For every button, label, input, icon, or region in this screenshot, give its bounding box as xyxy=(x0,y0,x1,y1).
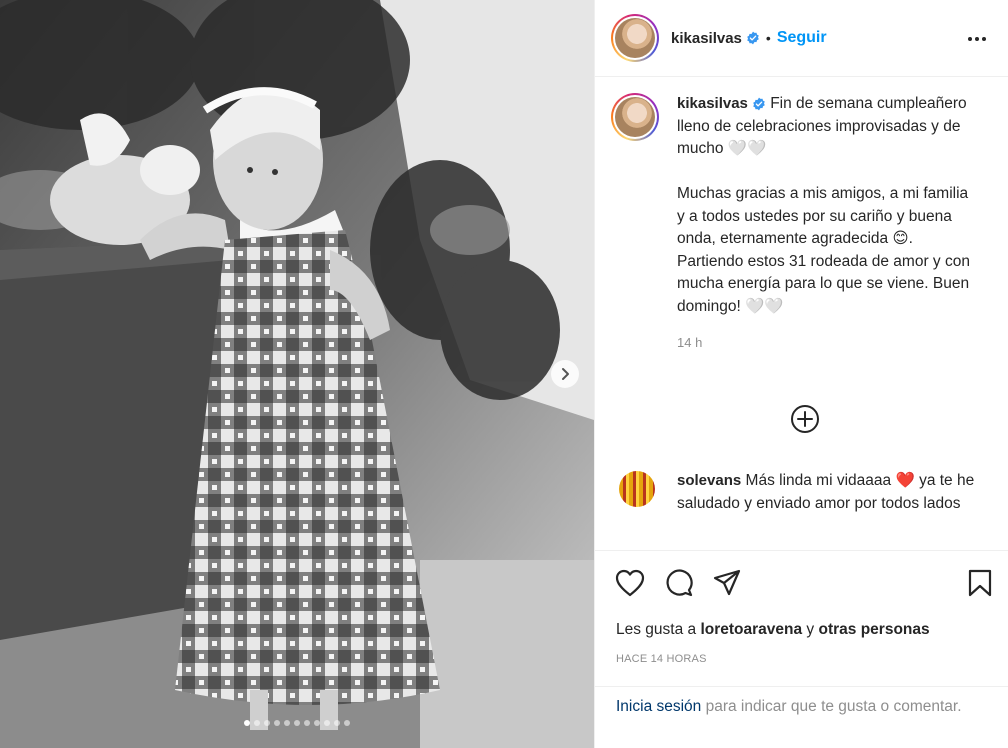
comment-icon xyxy=(666,569,693,597)
likes-others-link[interactable]: otras personas xyxy=(819,621,930,638)
carousel-dot xyxy=(244,720,250,726)
carousel-dot xyxy=(344,720,350,726)
carousel-dot xyxy=(294,720,300,726)
like-button[interactable] xyxy=(615,569,645,597)
post-actions: Les gusta a loretoaravena y otras person… xyxy=(595,550,1008,687)
comment-username[interactable]: solevans xyxy=(677,472,741,489)
carousel-dot xyxy=(254,720,260,726)
carousel-dot xyxy=(264,720,270,726)
heart-icon xyxy=(615,569,645,597)
story-ring[interactable] xyxy=(611,14,659,62)
more-horizontal-icon[interactable] xyxy=(966,28,988,50)
verified-badge-icon xyxy=(753,97,765,111)
save-button[interactable] xyxy=(967,569,993,597)
post-details-panel: kikasilvas • Seguir kikasilvas Fin de se… xyxy=(594,0,1008,748)
caption-story-ring[interactable] xyxy=(611,93,659,141)
comments-scroll-area[interactable]: kikasilvas Fin de semana cumpleañero lle… xyxy=(595,77,1008,550)
next-slide-button[interactable] xyxy=(551,360,579,388)
bookmark-icon xyxy=(968,569,992,597)
carousel-dot xyxy=(334,720,340,726)
comment-text-part-1: Más linda mi vidaaaa xyxy=(745,472,896,489)
login-prompt: Inicia sesión para indicar que te gusta … xyxy=(616,696,996,718)
share-button[interactable] xyxy=(713,569,741,597)
verified-badge-icon xyxy=(747,31,759,45)
carousel-dot xyxy=(304,720,310,726)
heart-emoji: ❤️ xyxy=(895,472,915,489)
comment-text: solevans Más linda mi vidaaaa ❤️ ya te h… xyxy=(677,469,1008,515)
header-username[interactable]: kikasilvas xyxy=(671,30,742,47)
caption-text: kikasilvas Fin de semana cumpleañero lle… xyxy=(677,93,977,355)
caption-line-2a: Muchas gracias a mis amigos, a mi famili… xyxy=(677,185,969,247)
carousel-dot xyxy=(274,720,280,726)
login-prompt-text: para indicar que te gusta o comentar. xyxy=(701,698,962,715)
carousel-indicator xyxy=(0,720,594,726)
carousel-dot xyxy=(324,720,330,726)
liker-username[interactable]: loretoaravena xyxy=(700,621,802,638)
post-caption: kikasilvas Fin de semana cumpleañero lle… xyxy=(595,77,1008,355)
black-and-white-child-photo xyxy=(0,0,594,748)
likes-prefix: Les gusta a xyxy=(616,621,701,638)
header-separator: • xyxy=(765,30,771,46)
likes-and: y xyxy=(802,621,819,638)
login-link[interactable]: Inicia sesión xyxy=(616,698,701,715)
carousel-dot xyxy=(314,720,320,726)
caption-paragraph-1: kikasilvas Fin de semana cumpleañero lle… xyxy=(677,93,977,161)
caption-username[interactable]: kikasilvas xyxy=(677,95,748,112)
caption-line-2b: Partiendo estos 31 rodeada de amor y con… xyxy=(677,252,970,315)
follow-button[interactable]: Seguir xyxy=(777,29,827,47)
post-time-ago[interactable]: HACE 14 HORAS xyxy=(616,653,707,665)
caption-avatar[interactable] xyxy=(615,97,655,137)
post-header: kikasilvas • Seguir xyxy=(595,0,1008,77)
likes-summary: Les gusta a loretoaravena y otras person… xyxy=(616,621,930,639)
action-buttons xyxy=(615,569,741,597)
comment-item: solevans Más linda mi vidaaaa ❤️ ya te h… xyxy=(595,469,1008,515)
chevron-right-icon xyxy=(562,368,569,380)
avatar[interactable] xyxy=(615,18,655,58)
plus-circle-icon[interactable] xyxy=(790,404,820,434)
send-icon xyxy=(713,569,741,596)
comment-button[interactable] xyxy=(665,569,693,597)
carousel-dot xyxy=(284,720,290,726)
post-photo[interactable] xyxy=(0,0,594,748)
comment-avatar[interactable] xyxy=(619,471,655,507)
caption-timestamp[interactable]: 14 h xyxy=(677,332,977,355)
